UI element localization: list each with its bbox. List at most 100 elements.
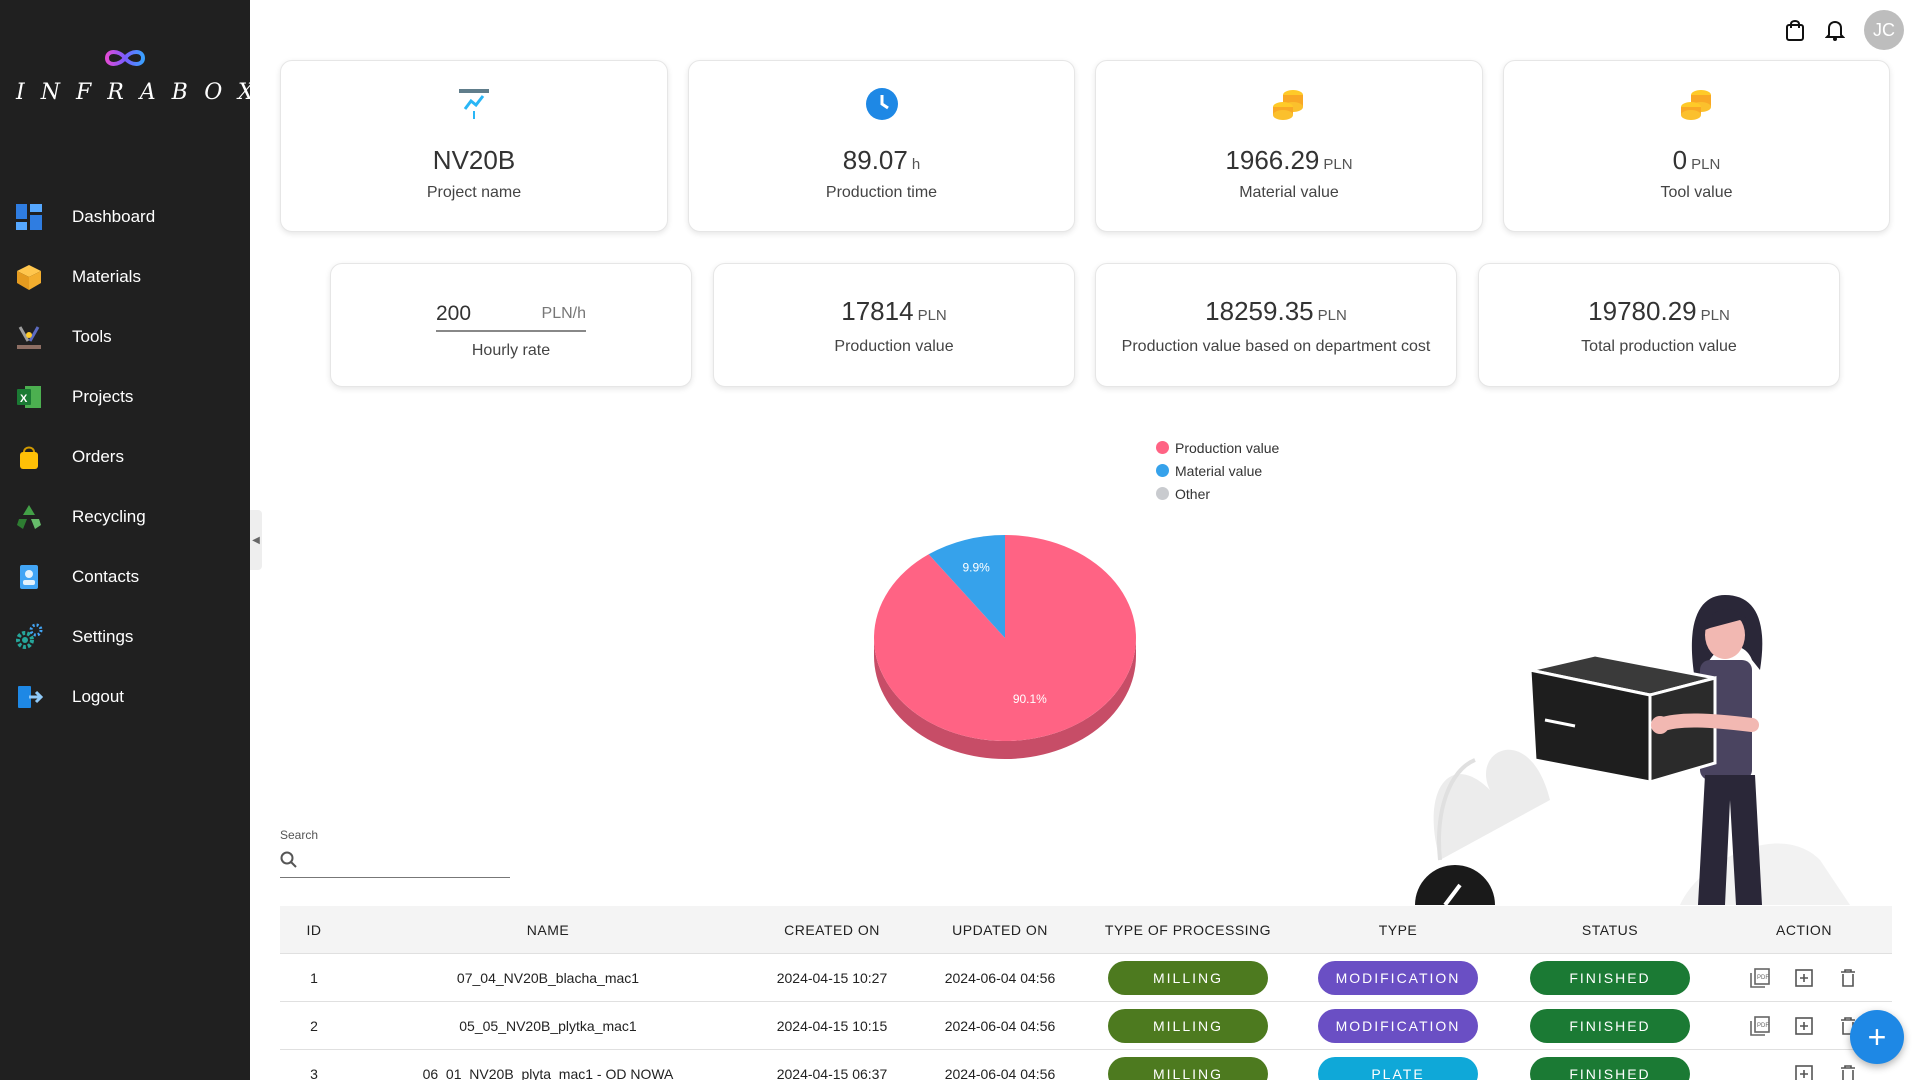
legend-item-material[interactable]: Material value: [1156, 459, 1279, 482]
cell-id: 3: [310, 1065, 318, 1080]
sidebar-item-settings[interactable]: Settings: [0, 607, 250, 667]
cell-created: 2024-04-15 06:37: [776, 1065, 888, 1080]
sidebar-collapse-handle[interactable]: ◀: [250, 510, 262, 570]
sidebar-item-label: Projects: [72, 387, 134, 406]
sidebar-item-label: Orders: [72, 447, 124, 466]
stat-card-production-value: 17814 PLN Production value: [713, 263, 1075, 387]
sidebar-item-label: Settings: [72, 627, 134, 646]
pdf-icon[interactable]: PDF: [1747, 1013, 1773, 1039]
sidebar-item-label: Materials: [72, 267, 141, 286]
legend-item-other[interactable]: Other: [1156, 482, 1279, 505]
column-header-type[interactable]: TYPE: [1292, 922, 1504, 938]
material-value-value: 1966.29 PLN: [1225, 145, 1353, 175]
header-actions: JC: [1784, 10, 1904, 50]
legend-item-production[interactable]: Production value: [1156, 436, 1279, 459]
recycle-icon: [14, 502, 44, 532]
sidebar-item-orders[interactable]: Orders: [0, 427, 250, 487]
column-header-action: ACTION: [1776, 921, 1832, 938]
stat-card-total-production: 19780.29 PLN Total production value: [1478, 263, 1840, 387]
tools-icon: [14, 322, 44, 352]
column-header-name[interactable]: NAME: [348, 922, 748, 938]
column-header-status[interactable]: STATUS: [1504, 922, 1716, 938]
logout-icon: [14, 682, 44, 712]
type-badge: MODIFICATION: [1318, 1008, 1478, 1043]
search-box[interactable]: [280, 848, 510, 878]
cell-name: 07_04_NV20B_blacha_mac1: [456, 969, 640, 986]
table-row[interactable]: 2 05_05_NV20B_plytka_mac1 2024-04-15 10:…: [280, 1002, 1892, 1050]
add-icon[interactable]: [1791, 1013, 1817, 1039]
cell-name: 06_01_NV20B_plyta_mac1 - OD NOWA: [422, 1065, 674, 1080]
production-time-label: Production time: [825, 184, 938, 201]
logo-text: INFRABOX: [16, 80, 270, 105]
sidebar-item-label: Tools: [72, 327, 112, 346]
sidebar-item-label: Recycling: [72, 507, 146, 526]
person-carrying-box-illustration: [1415, 595, 1850, 905]
sidebar-item-label: Dashboard: [72, 207, 156, 226]
add-icon[interactable]: [1791, 965, 1817, 991]
table-row[interactable]: 1 07_04_NV20B_blacha_mac1 2024-04-15 10:…: [280, 954, 1892, 1002]
sidebar-item-recycling[interactable]: Recycling: [0, 487, 250, 547]
total-production-value: 19780.29 PLN: [1588, 296, 1730, 326]
hourly-rate-value[interactable]: 200: [436, 302, 471, 326]
svg-text:PDF: PDF: [1757, 1023, 1769, 1029]
legend-swatch: [1156, 441, 1169, 454]
trash-icon[interactable]: [1835, 965, 1861, 991]
sidebar-item-logout[interactable]: Logout: [0, 667, 250, 727]
sidebar-item-tools[interactable]: Tools: [0, 307, 250, 367]
svg-text:X: X: [20, 393, 28, 405]
pdf-icon[interactable]: PDF: [1747, 965, 1773, 991]
logo[interactable]: INFRABOX: [0, 46, 270, 105]
add-icon[interactable]: [1791, 1061, 1817, 1080]
department-cost-label: Production value based on department cos…: [1121, 338, 1431, 355]
sidebar-item-materials[interactable]: Materials: [0, 247, 250, 307]
search-input[interactable]: [306, 854, 510, 871]
column-header-updated[interactable]: UPDATED ON: [916, 922, 1084, 938]
trash-icon[interactable]: [1835, 1061, 1861, 1080]
processing-badge: MILLING: [1108, 1056, 1268, 1080]
bell-icon[interactable]: [1824, 19, 1846, 41]
shopping-bag-icon: [14, 442, 44, 472]
clock-icon: [689, 87, 1074, 121]
contact-icon: [14, 562, 44, 592]
chevron-left-icon: ◀: [252, 534, 260, 546]
legend-swatch: [1156, 487, 1169, 500]
add-project-button[interactable]: +: [1850, 1010, 1904, 1064]
processing-badge: MILLING: [1108, 1008, 1268, 1043]
tool-value-value: 0 PLN: [1672, 145, 1721, 175]
search-label: Search: [280, 828, 319, 842]
table-header: ID NAME CREATED ON UPDATED ON TYPE OF PR…: [280, 906, 1892, 954]
stat-card-project-name: NV20B Project name: [280, 60, 668, 232]
department-cost-value: 18259.35 PLN: [1205, 296, 1347, 326]
shopping-bag-icon[interactable]: [1784, 19, 1806, 41]
cell-updated: 2024-06-04 04:56: [944, 969, 1056, 986]
tool-value-label: Tool value: [1660, 184, 1733, 201]
excel-icon: X: [14, 382, 44, 412]
pie-data-label: 9.9%: [962, 560, 990, 574]
cell-id: 2: [310, 1017, 318, 1034]
cell-updated: 2024-06-04 04:56: [944, 1017, 1056, 1034]
gear-icon: [14, 622, 44, 652]
type-badge: MODIFICATION: [1318, 960, 1478, 995]
hourly-rate-input[interactable]: 200 PLN/h: [436, 298, 586, 332]
sidebar-item-contacts[interactable]: Contacts: [0, 547, 250, 607]
coins-icon: [1504, 87, 1889, 121]
stat-card-department-cost: 18259.35 PLN Production value based on de…: [1095, 263, 1457, 387]
column-header-id[interactable]: ID: [280, 922, 348, 938]
column-header-created[interactable]: CREATED ON: [748, 922, 916, 938]
project-name-label: Project name: [426, 184, 522, 201]
svg-text:PDF: PDF: [1757, 975, 1769, 981]
stat-card-material-value: 1966.29 PLN Material value: [1095, 60, 1483, 232]
hourly-rate-unit: PLN/h: [541, 305, 586, 322]
production-time-value: 89.07 h: [842, 145, 921, 175]
status-badge: FINISHED: [1530, 1056, 1690, 1080]
cell-updated: 2024-06-04 04:56: [944, 1065, 1056, 1080]
cell-created: 2024-04-15 10:15: [776, 1017, 888, 1034]
sidebar-item-dashboard[interactable]: Dashboard: [0, 187, 250, 247]
table-row[interactable]: 3 06_01_NV20B_plyta_mac1 - OD NOWA 2024-…: [280, 1050, 1892, 1080]
sidebar-item-label: Contacts: [72, 567, 140, 586]
sidebar-item-projects[interactable]: X Projects: [0, 367, 250, 427]
stat-card-tool-value: 0 PLN Tool value: [1503, 60, 1890, 232]
status-badge: FINISHED: [1530, 960, 1690, 995]
column-header-processing[interactable]: TYPE OF PROCESSING: [1084, 922, 1292, 938]
avatar[interactable]: JC: [1864, 10, 1904, 50]
